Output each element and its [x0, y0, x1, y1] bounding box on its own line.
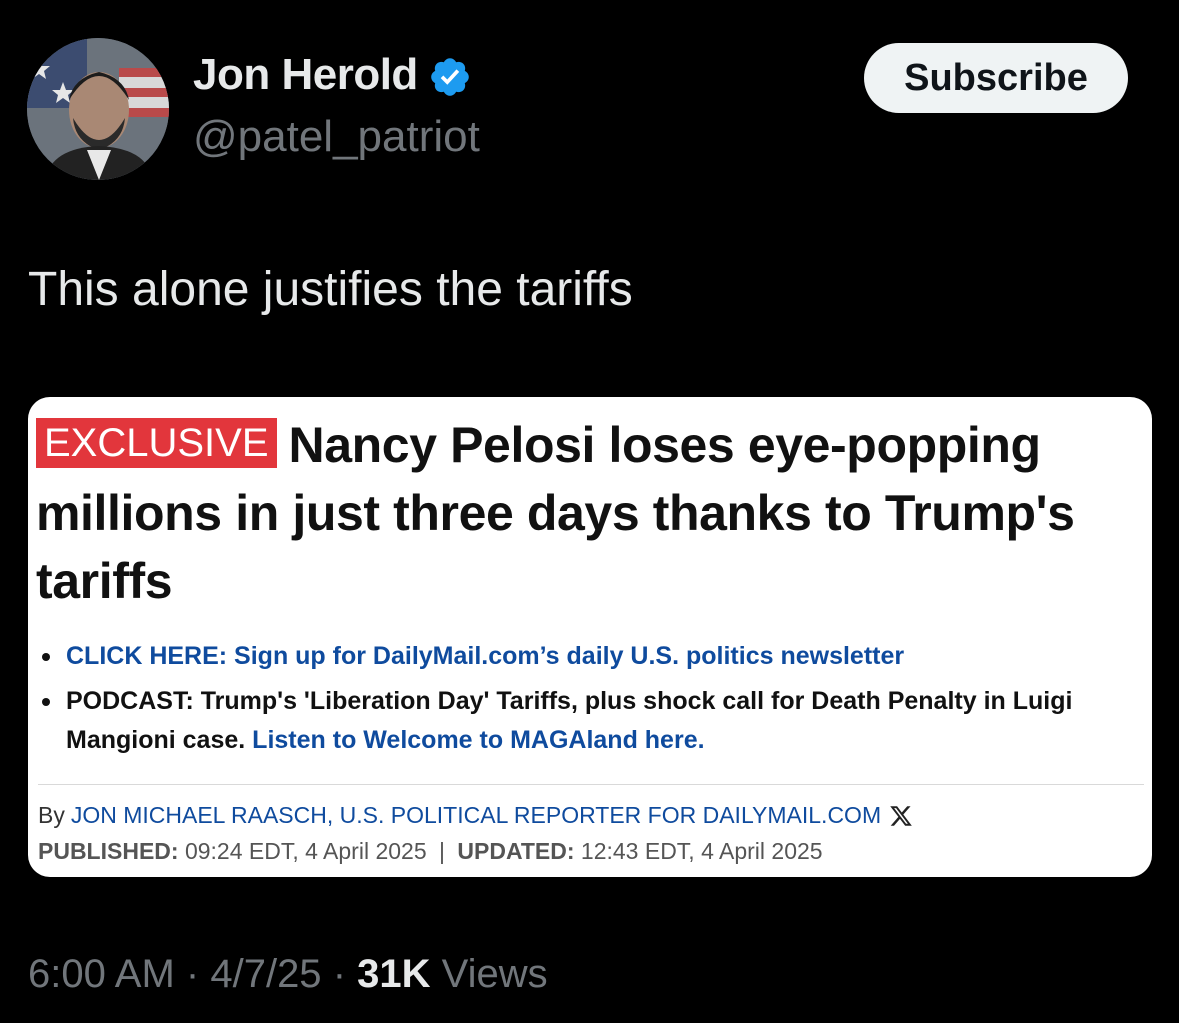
date-separator: | [439, 838, 445, 864]
tweet-date[interactable]: 4/7/25 [210, 952, 321, 996]
byline-author: JON MICHAEL RAASCH, U.S. POLITICAL REPOR… [70, 802, 882, 828]
article-byline: By JON MICHAEL RAASCH, U.S. POLITICAL RE… [38, 802, 913, 829]
tweet-time[interactable]: 6:00 AM [28, 952, 175, 996]
tweet-text: This alone justifies the tariffs [28, 263, 633, 316]
article-dates: PUBLISHED: 09:24 EDT, 4 April 2025 | UPD… [38, 838, 823, 865]
meta-separator: · [332, 952, 347, 996]
subscribe-button[interactable]: Subscribe [864, 43, 1128, 113]
published-value: 09:24 EDT, 4 April 2025 [184, 838, 427, 864]
list-item: PODCAST: Trump's 'Liberation Day' Tariff… [38, 682, 1138, 760]
updated-label: UPDATED: [457, 838, 575, 864]
article-bullets: CLICK HERE: Sign up for DailyMail.com’s … [38, 637, 1138, 766]
avatar[interactable] [27, 38, 169, 180]
x-logo-icon [889, 804, 913, 828]
tweet-meta: 6:00 AM · 4/7/25 · 31K Views [28, 952, 548, 997]
article-headline: EXCLUSIVE Nancy Pelosi loses eye-popping … [36, 411, 1146, 615]
attached-image[interactable]: EXCLUSIVE Nancy Pelosi loses eye-popping … [28, 397, 1152, 877]
updated-value: 12:43 EDT, 4 April 2025 [580, 838, 823, 864]
author-handle[interactable]: @patel_patriot [193, 112, 480, 162]
verified-badge-icon [428, 55, 472, 99]
list-item: CLICK HERE: Sign up for DailyMail.com’s … [38, 637, 1138, 676]
views-count[interactable]: 31K [357, 952, 430, 996]
byline-prefix: By [38, 802, 65, 828]
divider [38, 784, 1144, 785]
meta-separator: · [185, 952, 200, 996]
views-label[interactable]: Views [442, 952, 548, 996]
newsletter-link: CLICK HERE: Sign up for DailyMail.com’s … [66, 642, 905, 670]
author-name[interactable]: Jon Herold [193, 50, 472, 100]
published-label: PUBLISHED: [38, 838, 179, 864]
author-name-text[interactable]: Jon Herold [193, 50, 418, 100]
podcast-link: Listen to Welcome to MAGAland here. [252, 726, 705, 754]
exclusive-badge: EXCLUSIVE [36, 418, 277, 468]
